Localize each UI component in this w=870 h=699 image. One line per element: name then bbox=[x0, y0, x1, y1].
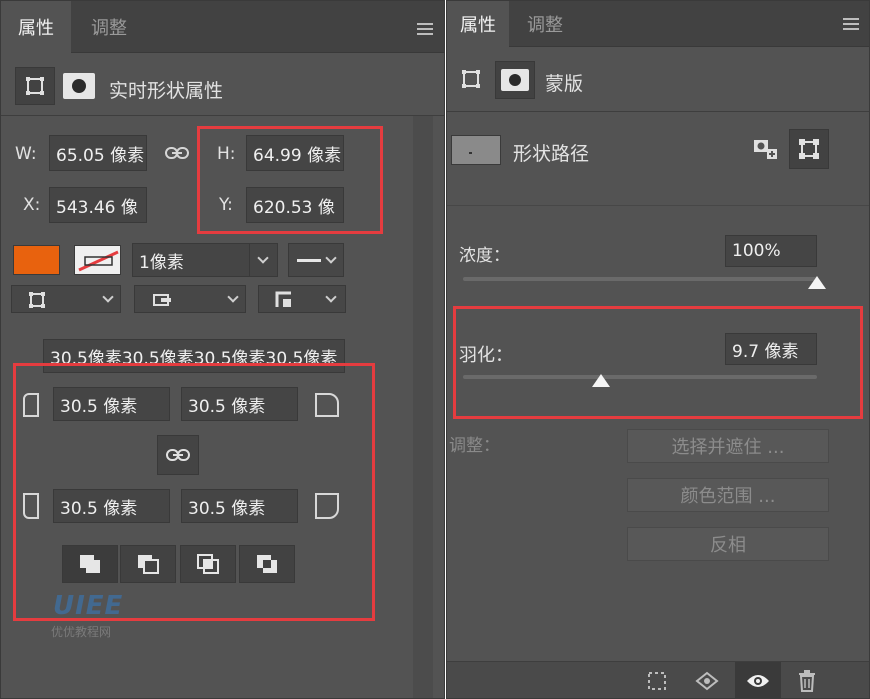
x-position-field[interactable]: 543.46 像 bbox=[49, 187, 147, 223]
stroke-type-dropdown[interactable] bbox=[288, 243, 344, 277]
panel-menu-icon[interactable] bbox=[843, 18, 859, 30]
divider bbox=[1, 115, 444, 116]
mask-label: 蒙版 bbox=[545, 73, 584, 95]
stroke-cap-icon bbox=[153, 294, 171, 306]
watermark-text: 优优教程网 bbox=[51, 625, 112, 639]
color-range-button[interactable]: 颜色范围 ... bbox=[627, 478, 829, 512]
load-selection-icon[interactable] bbox=[647, 671, 667, 696]
density-slider-track[interactable] bbox=[463, 277, 817, 281]
shape-path-thumbnail[interactable] bbox=[451, 135, 501, 165]
divider bbox=[447, 111, 869, 112]
density-field[interactable]: 100% bbox=[725, 235, 817, 267]
link-dimensions-icon[interactable] bbox=[165, 145, 189, 165]
stroke-align-icon bbox=[29, 292, 45, 308]
select-and-mask-button[interactable]: 选择并遮住 ... bbox=[627, 429, 829, 463]
add-mask-icon[interactable] bbox=[753, 139, 779, 166]
tab-properties[interactable]: 属性 bbox=[447, 1, 509, 47]
shape-path-label: 形状路径 bbox=[513, 143, 590, 165]
highlight-height-y bbox=[197, 126, 383, 234]
adjust-label: 调整： bbox=[449, 436, 500, 456]
stroke-width-dropdown[interactable]: 1像素 bbox=[132, 243, 278, 277]
panel-tab-bar: 属性 调整 bbox=[447, 1, 869, 47]
density-label: 浓度： bbox=[459, 246, 510, 266]
properties-panel-left: 属性 调整 实时形状属性 W: 65.05 像素 H: 64.99 像素 X: … bbox=[0, 0, 445, 699]
shape-properties-icon[interactable] bbox=[461, 69, 481, 94]
density-slider-thumb[interactable] bbox=[808, 276, 826, 289]
shape-properties-icon[interactable] bbox=[15, 67, 55, 105]
tab-adjustments[interactable]: 调整 bbox=[509, 1, 581, 47]
width-label: W: bbox=[15, 144, 37, 164]
stroke-align-dropdown[interactable] bbox=[11, 285, 121, 313]
width-field[interactable]: 65.05 像素 bbox=[49, 135, 147, 171]
apply-mask-icon[interactable] bbox=[695, 671, 719, 696]
scrollbar-track[interactable] bbox=[413, 116, 433, 698]
stroke-none-swatch[interactable] bbox=[74, 245, 121, 275]
mask-properties-icon[interactable] bbox=[63, 73, 95, 99]
invert-button[interactable]: 反相 bbox=[627, 527, 829, 561]
live-shape-properties-label: 实时形状属性 bbox=[109, 80, 224, 102]
stroke-cap-dropdown[interactable] bbox=[134, 285, 246, 313]
path-icon bbox=[799, 139, 819, 159]
toggle-mask-visibility-button[interactable] bbox=[735, 662, 781, 698]
panel-menu-icon[interactable] bbox=[417, 23, 433, 35]
stroke-width-value: 1像素 bbox=[139, 252, 184, 273]
stroke-corner-icon bbox=[275, 291, 291, 307]
tab-properties[interactable]: 属性 bbox=[1, 1, 71, 53]
fill-color-swatch[interactable] bbox=[13, 245, 60, 275]
divider bbox=[447, 205, 869, 206]
select-shape-path-button[interactable] bbox=[789, 129, 829, 169]
mask-properties-button[interactable] bbox=[495, 61, 535, 99]
delete-mask-icon[interactable] bbox=[797, 670, 817, 697]
mask-icon bbox=[501, 69, 529, 91]
eye-icon bbox=[747, 675, 769, 687]
properties-panel-right: 属性 调整 蒙版 形状路径 浓度： 100% 羽化： 9.7 像素 调整： 选择… bbox=[446, 0, 870, 699]
tab-adjustments[interactable]: 调整 bbox=[71, 1, 147, 53]
panel-tab-bar: 属性 调整 bbox=[1, 1, 444, 53]
x-label: X: bbox=[23, 195, 41, 215]
stroke-corner-dropdown[interactable] bbox=[258, 285, 346, 313]
highlight-corner-settings bbox=[13, 363, 375, 621]
highlight-feather bbox=[453, 306, 863, 419]
